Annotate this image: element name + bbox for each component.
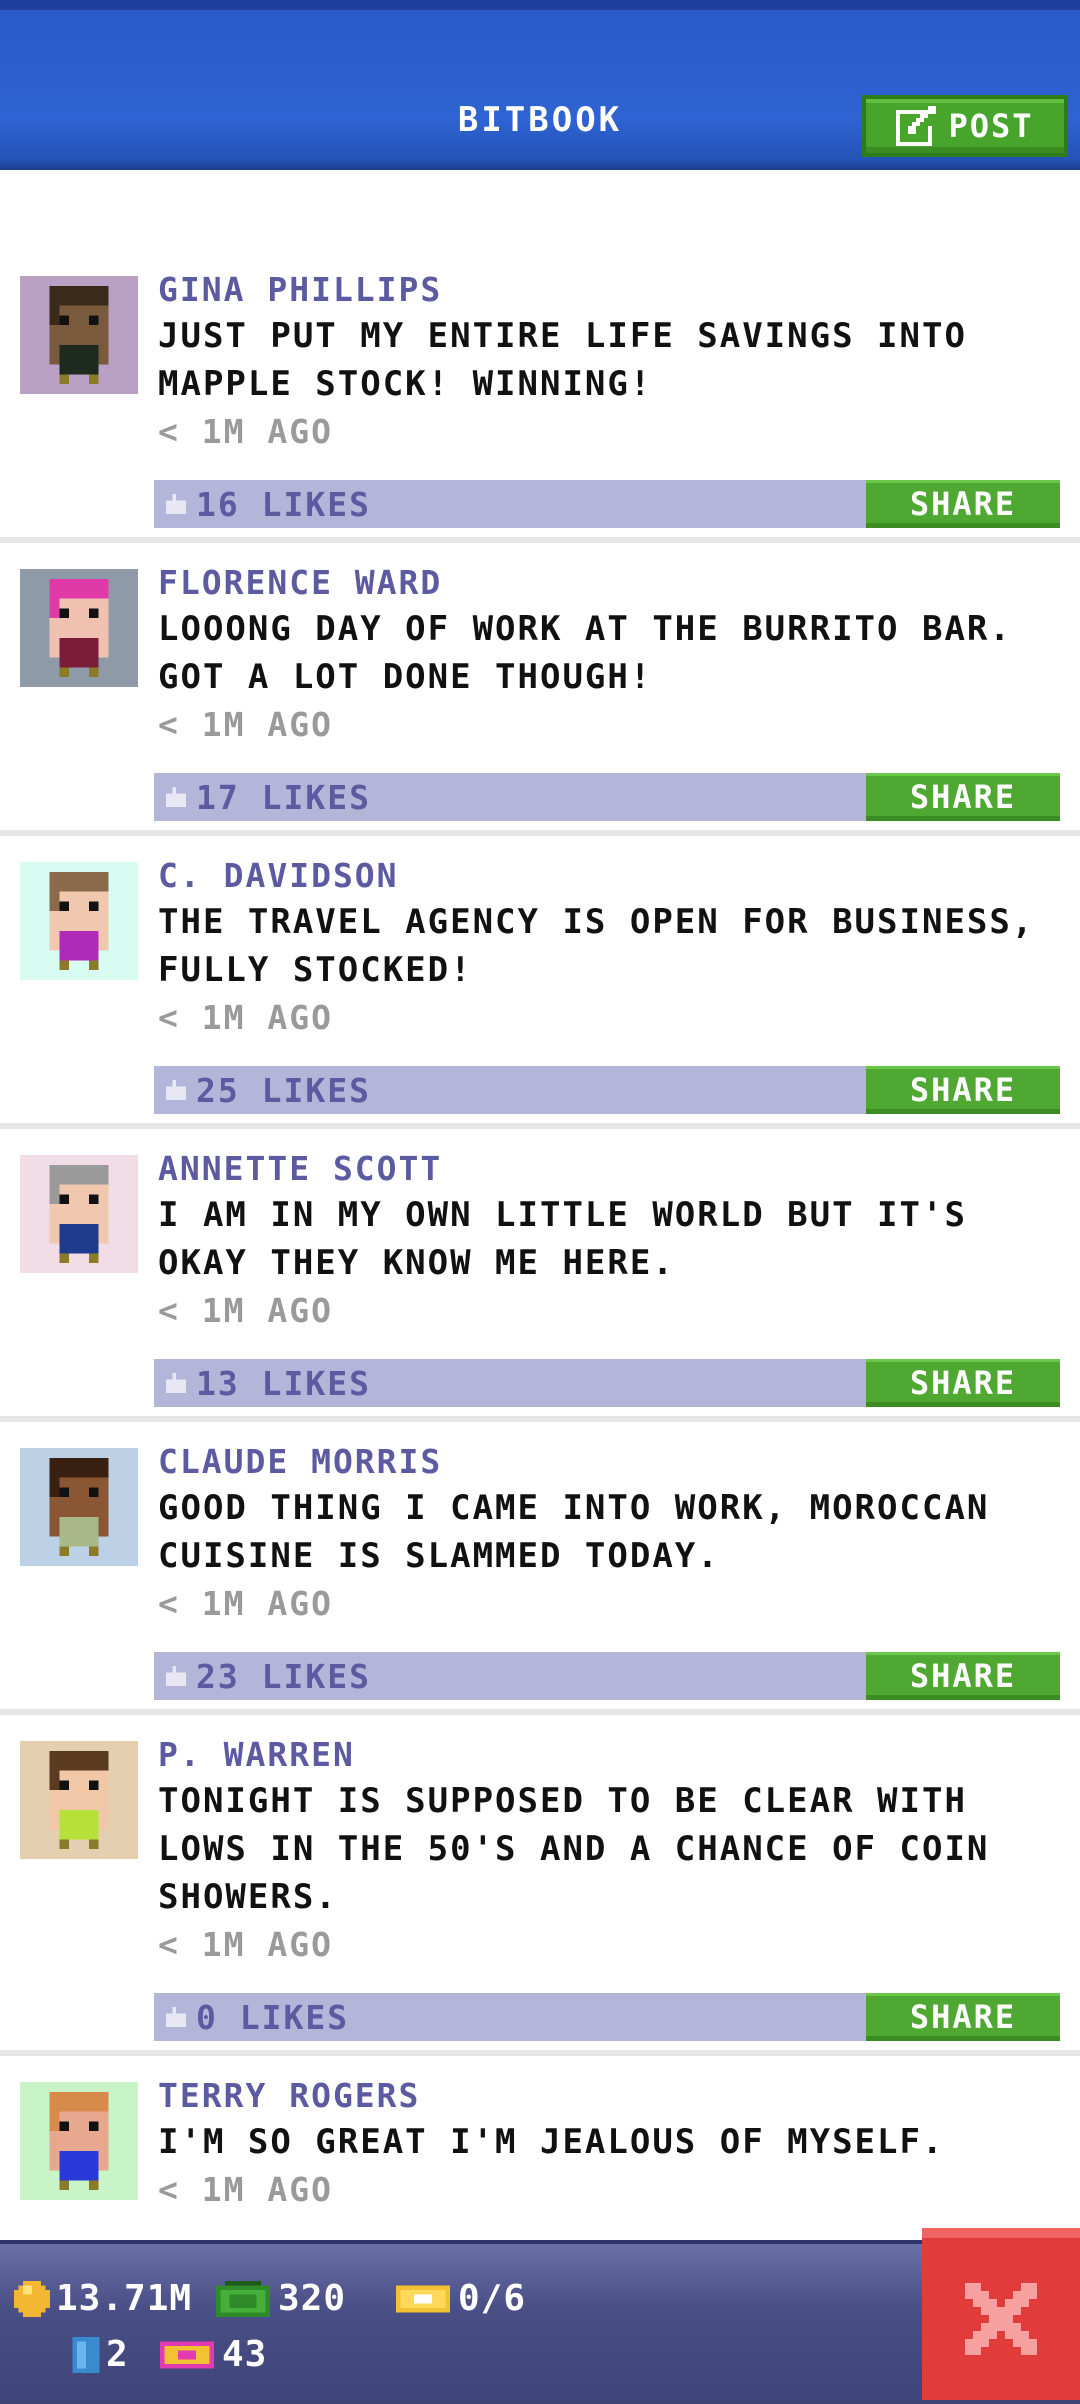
like-icon [166,1666,186,1686]
post-message: I AM IN MY OWN LITTLE WORLD BUT IT'S OKA… [158,1195,967,1283]
like-count: 13 LIKES [196,1363,371,1403]
post-author: P. WARREN [158,1735,355,1774]
vip-stat: 43 [158,2334,267,2375]
post-author: GINA PHILLIPS [158,270,443,309]
like-count: 17 LIKES [196,777,371,817]
avatar-portrait [20,2082,138,2200]
feed-post: FLORENCE WARD LOOONG DAY OF WORK AT THE … [0,543,1080,836]
coin-icon [14,2280,50,2317]
bux-stat: 320 [214,2278,346,2319]
elevator-icon [72,2336,100,2373]
edit-icon [896,106,937,146]
avatar[interactable] [20,2082,138,2200]
like-icon [166,1080,186,1100]
tickets-stat: 0/6 [394,2278,526,2319]
avatar[interactable] [20,1155,138,1273]
avatar[interactable] [20,1448,138,1566]
like-count: 25 LIKES [196,1070,371,1110]
avatar-portrait [20,569,138,687]
post-message: THE TRAVEL AGENCY IS OPEN FOR BUSINESS, … [158,902,1035,990]
avatar[interactable] [20,1741,138,1859]
close-icon [965,2283,1037,2355]
share-button[interactable]: SHARE [866,773,1060,821]
post-time: < 1M AGO [158,1291,333,1330]
like-count: 0 LIKES [196,1997,350,2037]
post-time: < 1M AGO [158,705,333,744]
like-icon [166,787,186,807]
post-author: ANNETTE SCOTT [158,1149,443,1188]
share-button[interactable]: SHARE [866,1359,1060,1407]
feed-post: P. WARREN TONIGHT IS SUPPOSED TO BE CLEA… [0,1715,1080,2056]
like-bar[interactable]: 16 LIKES SHARE [154,480,1060,528]
tickets-value: 0/6 [458,2278,527,2319]
status-bar: 13.71M 320 0/6 2 43 [0,2240,1080,2404]
feed-post: C. DAVIDSON THE TRAVEL AGENCY IS OPEN FO… [0,836,1080,1129]
post-button-label: POST [948,107,1034,145]
like-bar[interactable]: 17 LIKES SHARE [154,773,1060,821]
coins-value: 13.71M [56,2278,193,2319]
vip-ticket-icon [160,2341,214,2368]
share-button[interactable]: SHARE [866,1993,1060,2041]
like-bar[interactable]: 13 LIKES SHARE [154,1359,1060,1407]
elevators-value: 2 [106,2334,129,2375]
app-header: BITBOOK POST [0,0,1080,170]
avatar[interactable] [20,276,138,394]
like-icon [166,2007,186,2027]
close-button[interactable] [922,2228,1080,2400]
feed-post: CLAUDE MORRIS GOOD THING I CAME INTO WOR… [0,1422,1080,1715]
avatar-portrait [20,862,138,980]
post-time: < 1M AGO [158,1584,333,1623]
bux-icon [216,2280,270,2317]
share-button[interactable]: SHARE [866,480,1060,528]
avatar-portrait [20,276,138,394]
bux-value: 320 [278,2278,347,2319]
post-time: < 1M AGO [158,998,333,1037]
post-message: GOOD THING I CAME INTO WORK, MOROCCAN CU… [158,1488,990,1576]
like-count: 23 LIKES [196,1656,371,1696]
elevators-stat: 2 [72,2334,129,2375]
post-author: TERRY ROGERS [158,2076,421,2115]
post-message: LOOONG DAY OF WORK AT THE BURRITO BAR. G… [158,609,1012,697]
share-button[interactable]: SHARE [866,1652,1060,1700]
news-feed[interactable]: GINA PHILLIPS JUST PUT MY ENTIRE LIFE SA… [0,250,1080,2356]
post-time: < 1M AGO [158,2170,333,2209]
post-message: I'M SO GREAT I'M JEALOUS OF MYSELF. [158,2122,945,2162]
avatar[interactable] [20,862,138,980]
like-icon [166,494,186,514]
post-button[interactable]: POST [862,95,1068,157]
feed-post: ANNETTE SCOTT I AM IN MY OWN LITTLE WORL… [0,1129,1080,1422]
ticket-icon [396,2285,450,2312]
avatar-portrait [20,1741,138,1859]
vip-value: 43 [222,2334,268,2375]
like-bar[interactable]: 0 LIKES SHARE [154,1993,1060,2041]
post-author: C. DAVIDSON [158,856,399,895]
post-message: TONIGHT IS SUPPOSED TO BE CLEAR WITH LOW… [158,1781,990,1917]
like-bar[interactable]: 23 LIKES SHARE [154,1652,1060,1700]
like-bar[interactable]: 25 LIKES SHARE [154,1066,1060,1114]
share-button[interactable]: SHARE [866,1066,1060,1114]
feed-post: GINA PHILLIPS JUST PUT MY ENTIRE LIFE SA… [0,250,1080,543]
like-count: 16 LIKES [196,484,371,524]
post-author: FLORENCE WARD [158,563,443,602]
avatar-portrait [20,1448,138,1566]
post-message: JUST PUT MY ENTIRE LIFE SAVINGS INTO MAP… [158,316,967,404]
like-icon [166,1373,186,1393]
post-time: < 1M AGO [158,412,333,451]
post-author: CLAUDE MORRIS [158,1442,443,1481]
post-time: < 1M AGO [158,1925,333,1964]
avatar-portrait [20,1155,138,1273]
coins-stat: 13.71M [14,2278,192,2319]
avatar[interactable] [20,569,138,687]
